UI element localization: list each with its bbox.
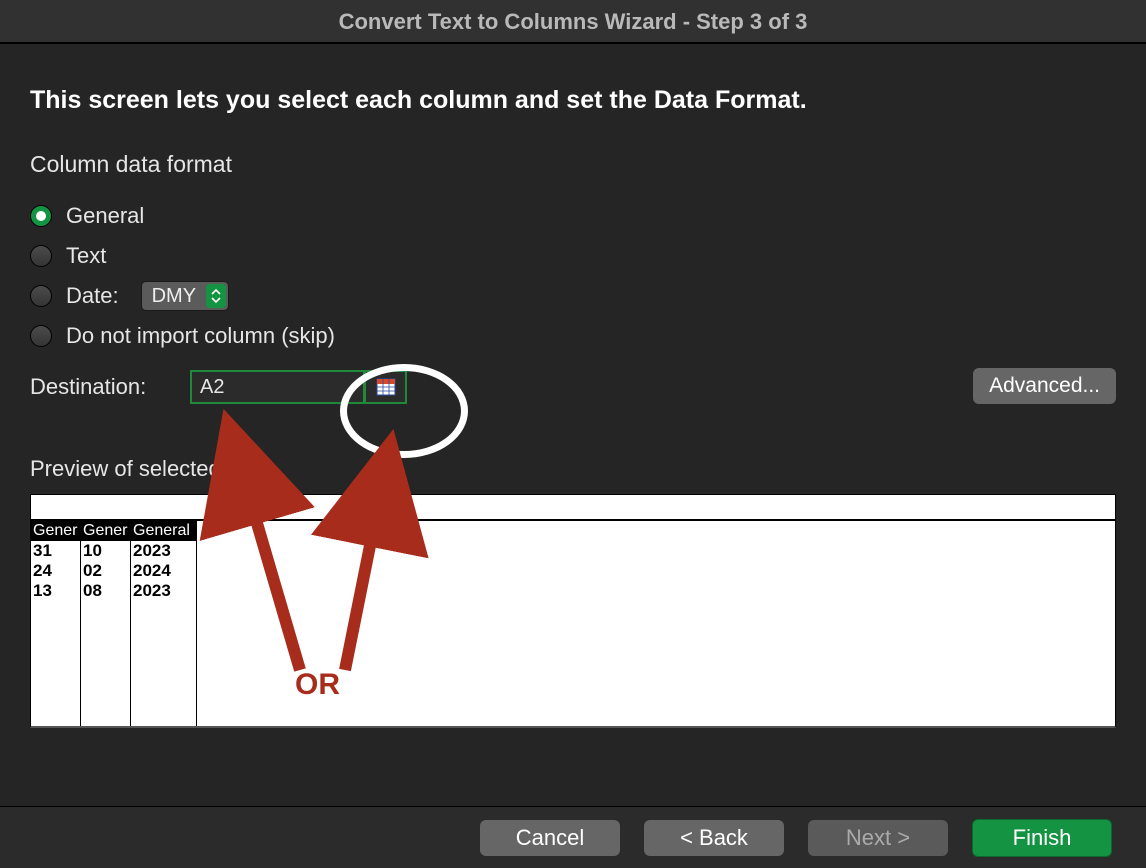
next-button: Next >	[808, 820, 948, 856]
preview-column[interactable]: Gener100208	[81, 521, 131, 726]
preview-cell: 31	[31, 541, 80, 561]
spreadsheet-picker-icon	[376, 378, 396, 396]
destination-row: Destination: Advanced...	[30, 370, 1116, 404]
preview-cell: 24	[31, 561, 80, 581]
radio-skip-row[interactable]: Do not import column (skip)	[30, 316, 1116, 356]
back-button[interactable]: < Back	[644, 820, 784, 856]
destination-input-wrap	[190, 370, 407, 404]
stepper-icon[interactable]	[206, 284, 226, 308]
preview-column[interactable]: General202320242023	[131, 521, 197, 726]
preview-cell: 13	[31, 581, 80, 601]
preview-column-header: General	[131, 521, 196, 541]
preview-cell: 2023	[131, 541, 196, 561]
preview-cell: 2023	[131, 581, 196, 601]
radio-text-row[interactable]: Text	[30, 236, 1116, 276]
preview-cell: 2024	[131, 561, 196, 581]
dialog-footer: Cancel < Back Next > Finish	[0, 806, 1146, 868]
destination-input[interactable]	[190, 370, 365, 404]
column-data-format-group: General Text Date: DMY Do not import col…	[30, 196, 1116, 356]
preview-columns: Gener312413Gener100208General20232024202…	[31, 521, 197, 726]
radio-text[interactable]	[30, 245, 52, 267]
window-title: Convert Text to Columns Wizard - Step 3 …	[0, 0, 1146, 44]
preview-cell: 02	[81, 561, 130, 581]
date-format-select[interactable]: DMY	[141, 281, 229, 311]
preview-column-header: Gener	[81, 521, 130, 541]
date-format-value: DMY	[152, 285, 196, 308]
preview-column[interactable]: Gener312413	[31, 521, 81, 726]
radio-skip-label: Do not import column (skip)	[66, 323, 335, 349]
section-label: Column data format	[30, 151, 1116, 178]
cancel-button[interactable]: Cancel	[480, 820, 620, 856]
finish-button[interactable]: Finish	[972, 819, 1112, 857]
radio-date[interactable]	[30, 285, 52, 307]
dialog-body: This screen lets you select each column …	[0, 44, 1146, 728]
radio-date-row[interactable]: Date: DMY	[30, 276, 1116, 316]
destination-label: Destination:	[30, 374, 190, 400]
preview-label: Preview of selected data:	[30, 456, 1116, 482]
radio-date-label: Date:	[66, 283, 119, 309]
range-picker-button[interactable]	[365, 370, 407, 404]
radio-skip[interactable]	[30, 325, 52, 347]
radio-text-label: Text	[66, 243, 106, 269]
radio-general-row[interactable]: General	[30, 196, 1116, 236]
data-preview[interactable]: Gener312413Gener100208General20232024202…	[30, 494, 1116, 728]
radio-general-label: General	[66, 203, 144, 229]
preview-cell: 10	[81, 541, 130, 561]
preview-column-header: Gener	[31, 521, 80, 541]
preview-cell: 08	[81, 581, 130, 601]
radio-general[interactable]	[30, 205, 52, 227]
advanced-button[interactable]: Advanced...	[973, 368, 1116, 404]
preview-header-bar	[31, 495, 1115, 521]
instruction-text: This screen lets you select each column …	[30, 86, 1116, 115]
